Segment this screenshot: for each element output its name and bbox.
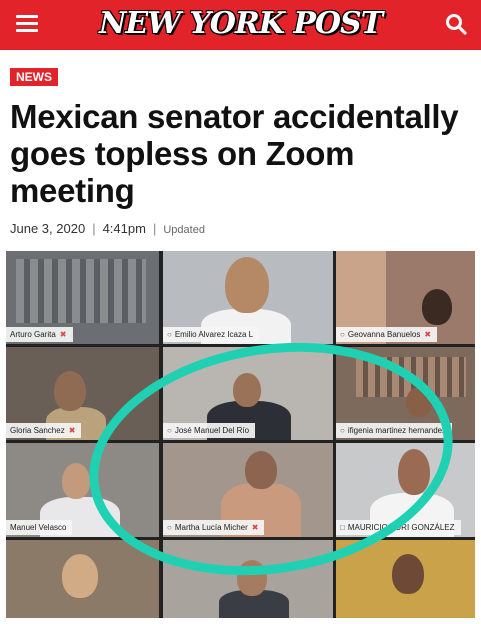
participant-face <box>62 463 90 499</box>
participant-name: Manuel Velasco <box>6 520 73 535</box>
bookshelf-background <box>16 259 146 323</box>
site-logo[interactable]: NEW YORK POST <box>0 6 481 41</box>
participant-name: ○ Geovanna Banuelos ✖ <box>336 327 438 342</box>
participant-name: ○ Emilio Alvarez Icaza L <box>163 327 260 342</box>
article-photo-zoom-grid[interactable]: Arturo Garita ✖ ○ Emilio Alvarez Icaza L ○… <box>6 251 475 618</box>
search-icon[interactable] <box>445 13 467 35</box>
publish-time: 4:41pm <box>102 221 146 236</box>
updated-label: Updated <box>163 224 205 236</box>
participant-name: Gloria Sanchez ✖ <box>6 423 82 438</box>
video-tile: ○ Geovanna Banuelos ✖ <box>336 251 475 344</box>
participant-face <box>225 257 269 313</box>
meta-separator: | <box>152 221 157 236</box>
meta-separator: | <box>92 221 96 236</box>
article-headline: Mexican senator accidentally goes toples… <box>10 98 459 209</box>
section-tag-news[interactable]: NEWS <box>10 68 58 86</box>
publish-date: June 3, 2020 <box>10 221 86 236</box>
video-tile: ○ Emilio Alvarez Icaza L <box>163 251 333 344</box>
video-tile <box>6 540 159 618</box>
video-tile: Arturo Garita ✖ <box>6 251 159 344</box>
participant-face <box>392 554 424 594</box>
participant-face <box>422 289 452 325</box>
article-meta: June 3, 2020 | 4:41pm | Updated <box>10 221 205 236</box>
top-navigation-bar: NEW YORK POST <box>0 0 481 50</box>
participant-face <box>54 371 86 411</box>
participant-face <box>62 554 98 598</box>
participant-name: Arturo Garita ✖ <box>6 327 73 342</box>
